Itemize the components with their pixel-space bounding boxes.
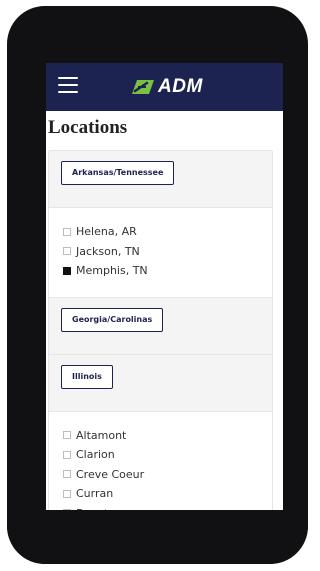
locations-panel: Arkansas/Tennessee Helena, AR Jackson, T… — [48, 150, 273, 540]
location-item[interactable]: Creve Coeur — [63, 465, 272, 485]
location-item[interactable]: Helena, AR — [63, 222, 272, 242]
location-label: Altamont — [76, 428, 127, 442]
group-button-illinois[interactable]: Illinois — [61, 364, 113, 389]
group-header-illinois: Illinois — [49, 354, 272, 412]
top-navbar: ADM — [46, 63, 290, 111]
location-item[interactable]: Curran — [63, 484, 272, 504]
location-label: Helena, AR — [76, 225, 137, 239]
group-header-georgia-carolinas: Georgia/Carolinas — [49, 296, 272, 355]
phone-right-bezel — [283, 57, 308, 510]
adm-logo[interactable]: ADM — [126, 75, 203, 99]
logo-text: ADM — [158, 76, 203, 97]
checkbox[interactable] — [63, 489, 71, 498]
hamburger-icon[interactable] — [58, 77, 78, 93]
location-item[interactable]: Clarion — [63, 445, 272, 465]
page-title: Locations — [48, 117, 128, 138]
location-label: Curran — [76, 487, 114, 501]
checkbox[interactable] — [63, 431, 71, 440]
checkbox[interactable] — [63, 450, 71, 459]
phone-bottom-bezel — [7, 510, 308, 564]
group-button-georgia-carolinas[interactable]: Georgia/Carolinas — [61, 307, 164, 332]
location-item[interactable]: Jackson, TN — [63, 242, 272, 262]
location-item[interactable]: Memphis, TN — [63, 261, 272, 281]
group-header-arkansas-tennessee: Arkansas/Tennessee — [49, 151, 272, 208]
adm-leaf-logo-icon — [132, 80, 154, 94]
checkbox[interactable] — [63, 470, 71, 479]
group-body-arkansas-tennessee: Helena, AR Jackson, TN Memphis, TN — [49, 208, 272, 297]
location-label: Jackson, TN — [76, 244, 140, 258]
location-item[interactable]: Altamont — [63, 426, 272, 446]
checkbox[interactable] — [63, 247, 71, 256]
group-button-arkansas-tennessee[interactable]: Arkansas/Tennessee — [61, 161, 175, 185]
location-label: Memphis, TN — [76, 264, 148, 278]
locations-list: Arkansas/Tennessee Helena, AR Jackson, T… — [48, 150, 273, 540]
checkbox[interactable] — [63, 227, 71, 236]
location-label: Clarion — [76, 448, 115, 462]
checkbox-checked[interactable] — [63, 266, 71, 275]
location-label: Creve Coeur — [76, 467, 145, 481]
